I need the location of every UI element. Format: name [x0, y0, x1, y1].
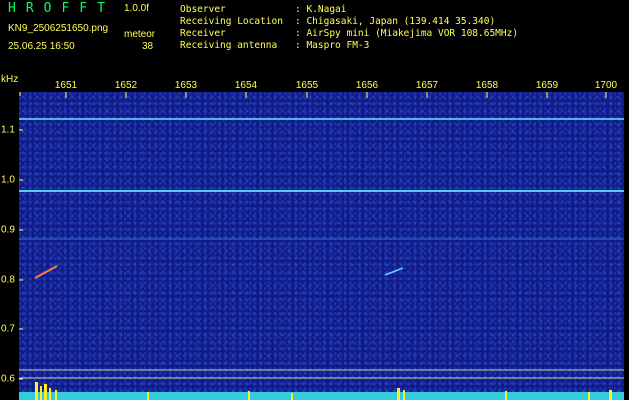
spectrogram-plot — [19, 92, 624, 400]
y-tick-label: 0.6 — [1, 373, 15, 385]
x-tick-label: 1700 — [594, 80, 618, 91]
y-tick-label: 0.9 — [1, 224, 15, 236]
spectrogram-svg — [19, 92, 624, 400]
meteor-count-value: 38 — [142, 41, 154, 52]
version-label: 1.0.0f — [124, 3, 150, 14]
y-tick-label: 1.0 — [1, 174, 15, 186]
datetime-label: 25.06.25 16:50 — [8, 41, 75, 52]
noise-band — [19, 392, 624, 400]
x-tick-label: 1659 — [535, 80, 559, 91]
y-tick-label: 1.1 — [1, 124, 15, 136]
x-tick-label: 1652 — [114, 80, 138, 91]
info-label: Observer — [180, 4, 226, 15]
info-value: : K.Nagai — [295, 4, 347, 15]
info-value: : Maspro FM-3 — [295, 40, 370, 51]
info-value: : Chigasaki, Japan (139.414 35.340) — [295, 16, 496, 27]
info-label: Receiving Location — [180, 16, 283, 27]
x-tick-label: 1653 — [174, 80, 198, 91]
meteor-count-label: meteor — [124, 29, 156, 40]
info-label: Receiver — [180, 28, 226, 39]
y-tick-label: 0.7 — [1, 323, 15, 335]
y-tick-label: 0.8 — [1, 274, 15, 286]
info-row-antenna: Receiving antenna : Maspro FM-3 — [180, 40, 518, 52]
x-tick-marks — [19, 92, 607, 98]
info-row-receiver: Receiver : AirSpy mini (Miakejima VOR 10… — [180, 28, 518, 40]
meteor-echo — [384, 267, 404, 276]
station-info: Observer : K.Nagai Receiving Location : … — [180, 4, 518, 52]
y-tick-marks — [19, 129, 23, 380]
y-axis-unit: kHz — [1, 74, 19, 85]
x-tick-label: 1656 — [355, 80, 379, 91]
meteor-echo — [34, 265, 58, 279]
app-title: HROFFT — [8, 1, 115, 16]
info-value: : AirSpy mini (Miakejima VOR 108.65MHz) — [295, 28, 519, 39]
x-tick-label: 1654 — [234, 80, 258, 91]
x-tick-label: 1651 — [54, 80, 78, 91]
filename-label: KN9_2506251650.png — [8, 23, 109, 34]
info-label: Receiving antenna — [180, 40, 278, 51]
x-tick-label: 1655 — [295, 80, 319, 91]
info-row-location: Receiving Location : Chigasaki, Japan (1… — [180, 16, 518, 28]
x-tick-label: 1657 — [415, 80, 439, 91]
info-row-observer: Observer : K.Nagai — [180, 4, 518, 16]
x-tick-label: 1658 — [475, 80, 499, 91]
